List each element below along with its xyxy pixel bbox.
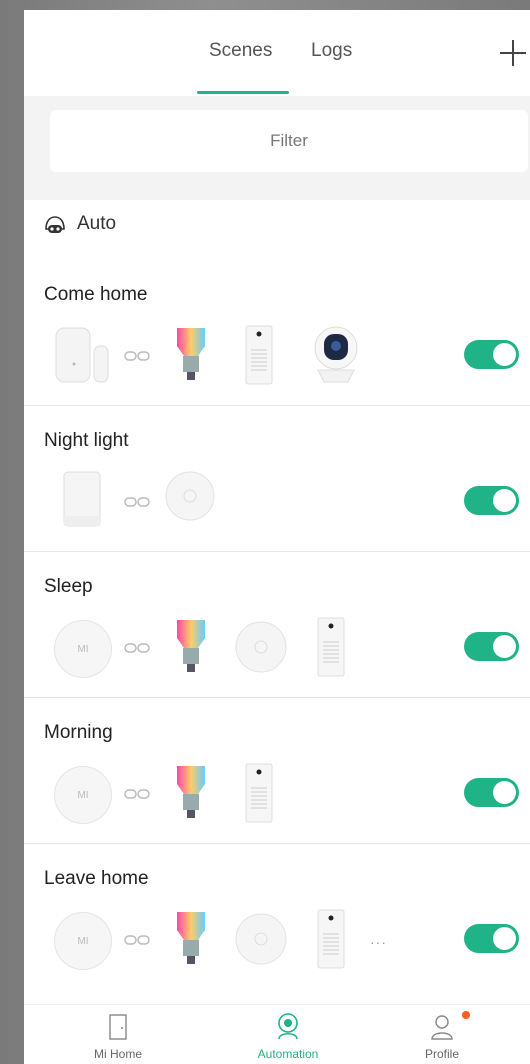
door-icon [109,1014,127,1040]
bulb-icon [177,766,205,818]
switch-logo: MI [77,935,89,947]
air-purifier-icon [317,909,345,969]
automation-icon [278,1013,298,1040]
air-purifier-icon [245,325,273,385]
wireless-switch-icon: MI [54,912,112,970]
link-icon [124,935,150,945]
tab-logs[interactable]: Logs [311,40,352,62]
scene-title: Night light [44,430,129,451]
tab-scenes[interactable]: Scenes [209,40,272,62]
bulb-icon [177,620,205,672]
motion-sensor-icon [63,471,101,527]
plus-icon[interactable] [500,40,526,66]
scene-title: Leave home [44,868,149,889]
scene-card-night-light[interactable]: Night light [24,406,530,552]
air-purifier-icon [317,617,345,677]
wireless-switch-icon: MI [54,766,112,824]
door-sensor-icon [55,327,109,383]
nav-label: Automation [257,1047,319,1061]
filter-label: Filter [270,131,308,150]
header: Scenes Logs [24,10,530,96]
filter-area: Filter [24,96,530,200]
more-devices-indicator: ··· [370,934,387,950]
wireless-switch-icon: MI [54,620,112,678]
scene-devices: MI [54,616,454,678]
bulb-icon [177,912,205,964]
scene-toggle[interactable] [464,778,519,807]
bottom-nav: Mi Home Automation Profile [24,1004,530,1064]
link-icon [124,643,150,653]
scene-title: Come home [44,284,148,305]
scene-devices [54,470,454,532]
scene-card-morning[interactable]: Morning MI [24,698,530,844]
link-icon [124,497,150,507]
scene-title: Sleep [44,576,93,597]
scene-card-sleep[interactable]: Sleep MI [24,552,530,698]
link-icon [124,789,150,799]
scene-devices: MI ··· [54,908,454,970]
scene-card-come-home[interactable]: Come home [24,260,530,406]
air-purifier-icon [245,763,273,823]
ceiling-light-icon [235,621,287,673]
camera-icon [314,326,358,383]
auto-section-header: Auto [24,200,530,252]
ceiling-light-icon [235,913,287,965]
filter-button[interactable]: Filter [50,110,528,172]
profile-icon [431,1015,453,1040]
scene-devices: MI [54,762,454,824]
app-screen: Scenes Logs Filter Auto Come home Night … [24,10,530,1064]
bulb-icon [177,328,205,380]
scene-title: Morning [44,722,113,743]
auto-label: Auto [77,213,117,234]
scene-card-leave-home[interactable]: Leave home MI ··· [24,844,530,989]
nav-label: Profile [424,1047,459,1061]
scene-toggle[interactable] [464,632,519,661]
ceiling-light-icon [165,471,215,521]
robot-icon [45,216,65,233]
notification-badge [462,1011,470,1019]
scene-toggle[interactable] [464,340,519,369]
active-tab-indicator [197,91,289,94]
nav-label: Mi Home [93,1047,142,1061]
scene-toggle[interactable] [464,924,519,953]
switch-logo: MI [77,643,89,655]
switch-logo: MI [77,789,89,801]
scene-toggle[interactable] [464,486,519,515]
link-icon [124,351,150,361]
scene-devices [54,324,454,386]
